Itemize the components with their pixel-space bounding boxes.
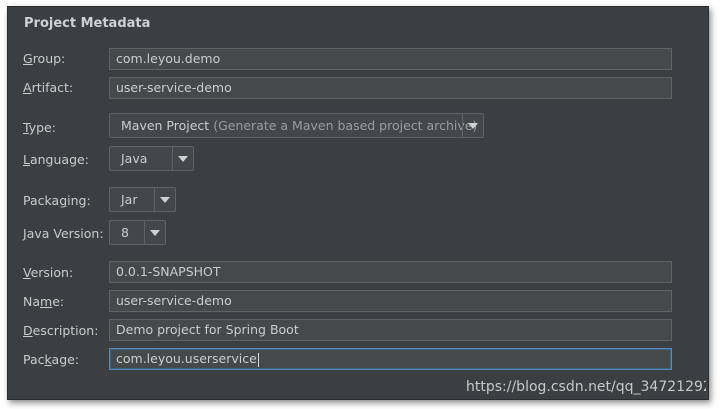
java-version-dropdown[interactable]: 8 — [109, 220, 166, 245]
type-value: Maven Project — [121, 118, 210, 133]
type-dropdown[interactable]: Maven Project (Generate a Maven based pr… — [109, 113, 484, 138]
packaging-value: Jar — [121, 192, 138, 207]
chevron-down-icon[interactable] — [172, 147, 193, 170]
version-label: Version: — [23, 265, 74, 280]
java-version-label: Java Version: — [23, 226, 104, 241]
packaging-dropdown[interactable]: Jar — [109, 187, 176, 212]
chevron-down-icon[interactable] — [154, 188, 175, 211]
package-value: com.leyou.userservice — [116, 351, 257, 366]
version-field[interactable]: 0.0.1-SNAPSHOT — [109, 261, 672, 283]
artifact-field[interactable]: user-service-demo — [109, 77, 672, 99]
section-title: Project Metadata — [24, 16, 151, 31]
description-label: Description: — [23, 323, 99, 338]
type-hint: (Generate a Maven based project archive) — [213, 118, 478, 133]
language-value: Java — [121, 151, 148, 166]
type-label: Type: — [23, 120, 56, 135]
group-field[interactable]: com.leyou.demo — [109, 48, 672, 70]
chevron-down-icon[interactable] — [462, 114, 483, 137]
name-field[interactable]: user-service-demo — [109, 290, 672, 312]
package-label: Package: — [23, 352, 80, 367]
name-label: Name: — [23, 294, 65, 309]
java-version-value: 8 — [121, 225, 129, 240]
language-label: Language: — [23, 152, 89, 167]
package-field[interactable]: com.leyou.userservice — [109, 348, 672, 370]
group-label: Group: — [23, 51, 66, 66]
chevron-down-icon[interactable] — [144, 221, 165, 244]
text-caret — [257, 352, 259, 367]
description-field[interactable]: Demo project for Spring Boot — [109, 319, 672, 341]
language-dropdown[interactable]: Java — [109, 146, 194, 171]
artifact-label: Artifact: — [23, 80, 74, 95]
packaging-label: Packaging: — [23, 193, 91, 208]
watermark: https://blog.csdn.net/qq_34721292 — [466, 379, 706, 395]
project-metadata-panel: Project Metadata Group: com.leyou.demo A… — [7, 6, 709, 400]
